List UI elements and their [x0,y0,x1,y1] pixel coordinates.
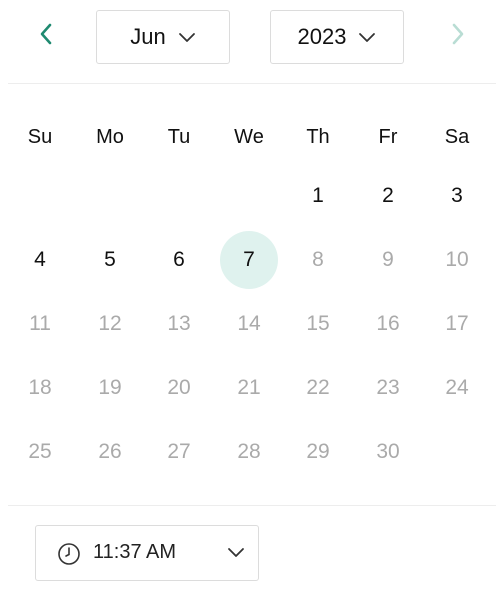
day-cell: 17 [445,312,469,335]
day-cell: 14 [237,312,261,335]
day-cell[interactable]: 1 [289,167,347,225]
year-select[interactable]: 2023 [270,10,404,64]
day-cell: 16 [376,312,400,335]
day-cell: 19 [98,376,122,399]
calendar-header: Jun 2023 [0,0,496,84]
weekday-label: Tu [167,126,191,148]
day-cell[interactable]: 3 [428,167,486,225]
day-cell: 11 [29,312,51,335]
time-value: 11:37 AM [93,541,177,563]
day-cell: 20 [167,376,191,399]
day-cell: 10 [445,248,469,271]
chevron-right-icon [450,22,466,51]
weekday-label: Su [27,126,53,148]
chevron-left-icon [38,22,54,51]
footer-divider [8,505,496,506]
next-month-button[interactable] [443,21,473,51]
day-cell: 21 [237,376,261,399]
day-cell: 27 [167,440,191,463]
day-cell: 18 [28,376,52,399]
time-picker[interactable]: 11:37 AM [35,525,259,581]
chevron-down-icon [358,31,376,43]
weekday-label: Mo [96,126,124,148]
day-cell: 29 [306,440,330,463]
day-cell: 9 [382,248,394,271]
chevron-down-icon [227,546,245,558]
day-cell: 23 [376,376,400,399]
weekday-label: We [234,126,264,148]
clock-icon [57,542,81,566]
header-divider [8,83,496,84]
day-cell-selected[interactable]: 7 [220,231,278,289]
day-cell[interactable]: 2 [359,167,417,225]
weekday-label: Fr [378,126,398,148]
day-cell: 30 [376,440,400,463]
day-cell: 25 [28,440,52,463]
month-select-value: Jun [130,24,166,49]
day-cell: 15 [306,312,330,335]
weekday-label: Th [306,126,330,148]
day-cell[interactable]: 6 [150,231,208,289]
weekday-label: Sa [444,126,470,148]
day-cell[interactable]: 5 [81,231,139,289]
day-cell: 13 [167,312,191,335]
day-cell: 26 [98,440,122,463]
day-cell: 8 [312,248,324,271]
day-cell: 22 [306,376,330,399]
weekday-header-row: Su Mo Tu We Th Fr Sa [0,126,496,154]
prev-month-button[interactable] [31,21,61,51]
year-select-value: 2023 [297,24,347,49]
day-cell: 12 [98,312,122,335]
day-cell: 28 [237,440,261,463]
day-cell: 24 [445,376,469,399]
month-select[interactable]: Jun [96,10,230,64]
chevron-down-icon [178,31,196,43]
day-cell[interactable]: 4 [11,231,69,289]
